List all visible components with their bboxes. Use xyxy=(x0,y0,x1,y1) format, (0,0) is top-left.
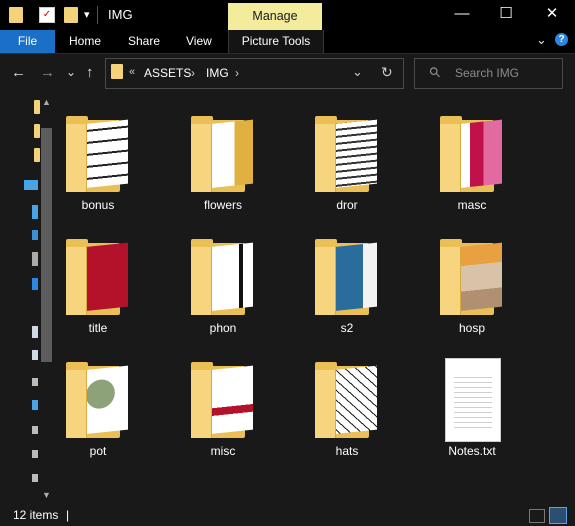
folder-item[interactable]: hats xyxy=(299,360,395,480)
nav-drive-icon[interactable] xyxy=(32,350,38,360)
folder-item[interactable]: dror xyxy=(299,114,395,234)
nav-drive-icon[interactable] xyxy=(32,252,38,266)
search-input[interactable]: Search IMG xyxy=(455,66,519,80)
nav-download-icon[interactable] xyxy=(32,278,38,290)
folder-icon xyxy=(440,114,504,194)
folder-item[interactable]: s2 xyxy=(299,237,395,357)
folder-icon xyxy=(66,114,130,194)
close-button[interactable]: ✕ xyxy=(529,0,575,30)
folder-item[interactable]: phon xyxy=(175,237,271,357)
this-pc-icon[interactable] xyxy=(24,180,38,190)
ribbon-expand-icon[interactable]: ⌄ xyxy=(536,32,547,48)
scroll-up-icon[interactable]: ▲ xyxy=(42,97,51,107)
folder-icon xyxy=(191,114,255,194)
scroll-down-icon[interactable]: ▼ xyxy=(42,490,51,500)
minimize-button[interactable]: — xyxy=(439,0,485,30)
nav-drive-icon[interactable] xyxy=(32,205,38,219)
nav-drive-icon[interactable] xyxy=(32,230,38,240)
large-icons-view-icon[interactable] xyxy=(549,507,567,524)
nav-drive-icon[interactable] xyxy=(32,474,38,482)
folder-icon xyxy=(191,360,255,440)
nav-drive-icon[interactable] xyxy=(32,426,38,434)
item-label: pot xyxy=(89,444,107,458)
folder-item[interactable]: hosp xyxy=(424,237,520,357)
folder-item[interactable]: flowers xyxy=(175,114,271,234)
folder-icon xyxy=(315,360,379,440)
tab-share[interactable]: Share xyxy=(128,30,160,53)
up-arrow-icon[interactable]: ↑ xyxy=(86,64,94,81)
new-folder-icon[interactable] xyxy=(64,7,78,23)
breadcrumb-separator-icon[interactable]: › xyxy=(235,66,239,80)
folder-icon xyxy=(191,237,255,317)
item-label: flowers xyxy=(203,198,242,212)
folder-icon xyxy=(440,237,504,317)
status-divider: | xyxy=(66,508,70,522)
folder-item[interactable]: misc xyxy=(175,360,271,480)
status-bar xyxy=(0,506,575,526)
text-file-icon xyxy=(445,358,501,442)
tab-manage[interactable]: Manage xyxy=(228,3,322,30)
item-label: Notes.txt xyxy=(448,444,496,458)
folder-icon xyxy=(9,7,23,23)
item-label: title xyxy=(88,321,108,335)
window-title: IMG xyxy=(108,7,133,22)
tab-picture-tools[interactable]: Picture Tools xyxy=(228,30,324,53)
back-arrow-icon[interactable]: ← xyxy=(11,64,26,81)
nav-drive-icon[interactable] xyxy=(32,378,38,386)
nav-drive-icon[interactable] xyxy=(32,326,38,338)
folder-item[interactable]: title xyxy=(50,237,146,357)
folder-item[interactable]: masc xyxy=(424,114,520,234)
network-icon[interactable] xyxy=(32,400,38,410)
properties-icon[interactable]: ✓ xyxy=(39,7,55,23)
address-folder-icon xyxy=(111,64,123,79)
nav-drive-icon[interactable] xyxy=(32,450,38,458)
item-label: hosp xyxy=(458,321,486,335)
item-label: s2 xyxy=(340,321,354,335)
help-icon[interactable]: ? xyxy=(555,33,568,46)
breadcrumb-separator-icon[interactable]: › xyxy=(191,66,195,80)
file-item[interactable]: Notes.txt xyxy=(424,358,520,480)
breadcrumb-img[interactable]: IMG xyxy=(206,66,229,80)
folder-icon xyxy=(315,237,379,317)
folder-icon xyxy=(66,237,130,317)
maximize-button[interactable]: ☐ xyxy=(483,0,529,30)
folder-item[interactable]: bonus xyxy=(50,114,146,234)
breadcrumb-assets[interactable]: ASSETS xyxy=(144,66,191,80)
quick-access-dropdown-icon[interactable]: ▾ xyxy=(84,8,90,21)
breadcrumb-overflow-icon[interactable]: « xyxy=(129,66,135,78)
item-label: misc xyxy=(210,444,236,458)
folder-item[interactable]: pot xyxy=(50,360,146,480)
tab-home[interactable]: Home xyxy=(69,30,101,53)
folder-icon xyxy=(315,114,379,194)
address-dropdown-icon[interactable]: ⌄ xyxy=(352,64,363,80)
refresh-icon[interactable]: ↻ xyxy=(381,64,393,81)
forward-arrow-icon[interactable]: → xyxy=(40,64,55,81)
item-label: phon xyxy=(209,321,237,335)
item-count: 12 items xyxy=(13,508,59,522)
tab-view[interactable]: View xyxy=(186,30,212,53)
item-label: bonus xyxy=(81,198,115,212)
details-view-icon[interactable] xyxy=(529,509,545,523)
title-divider xyxy=(97,6,98,24)
folder-icon xyxy=(66,360,130,440)
item-label: masc xyxy=(457,198,487,212)
tab-file[interactable]: File xyxy=(0,30,55,53)
item-label: hats xyxy=(335,444,359,458)
item-label: dror xyxy=(336,198,358,212)
recent-locations-chevron-icon[interactable]: ⌄ xyxy=(66,65,76,79)
